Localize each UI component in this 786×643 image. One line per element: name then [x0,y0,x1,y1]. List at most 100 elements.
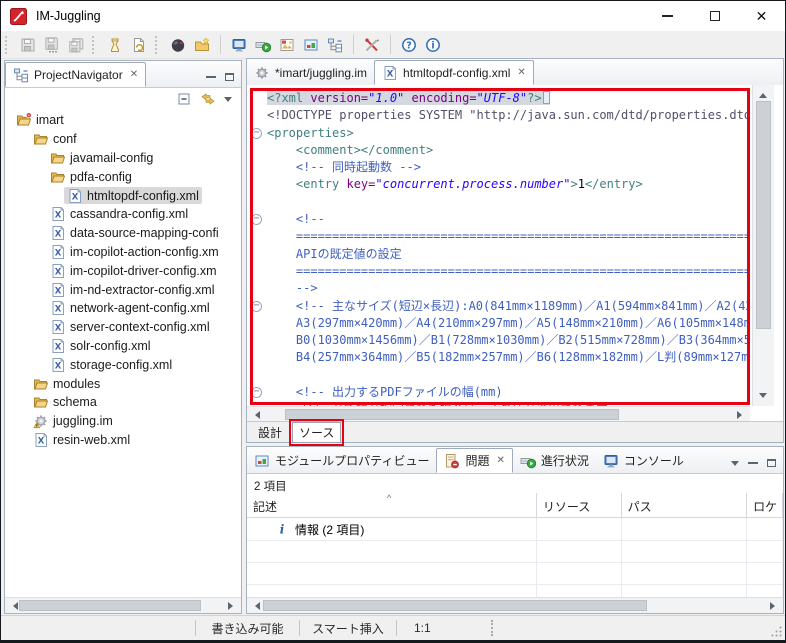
editor-vscrollbar[interactable] [752,85,774,406]
module-property-view-button[interactable] [299,33,323,57]
code-line[interactable]: − <!-- 主なサイズ(短辺×長辺):A0(841mm×1189mm)／A1(… [267,298,747,315]
code-line[interactable]: --> [267,280,747,297]
code-line[interactable]: <!-- 同時起動数 --> [267,159,747,176]
column-header-4[interactable]: ロケ [747,493,783,517]
view-tab-モジュールプロパティビュー[interactable]: モジュールプロパティビュー [247,448,436,473]
problems-hscrollbar[interactable] [247,597,783,613]
scroll-down-icon[interactable] [759,393,767,402]
tools-button[interactable] [360,33,384,57]
juggling-download-button[interactable] [166,33,190,57]
scroll-left-icon[interactable] [9,602,18,610]
code-line[interactable]: APIの既定値の設定 [267,246,747,263]
tree-item-server-context-config-xml[interactable]: Xserver-context-config.xml [5,318,241,337]
scrollbar-thumb[interactable] [756,101,771,329]
maximize-view-icon[interactable] [767,459,776,467]
tree-item-pdfa-config[interactable]: pdfa-config [5,167,241,186]
code-line[interactable] [267,367,747,384]
app-icon[interactable] [10,8,27,25]
scrollbar-thumb[interactable] [19,600,201,611]
tree-item-network-agent-config-xml[interactable]: Xnetwork-agent-config.xml [5,299,241,318]
column-header-2[interactable]: リソース [537,493,622,517]
scrollbar-thumb[interactable] [285,409,619,420]
code-line[interactable]: <entry key="concurrent.process.number">1… [267,176,747,193]
editor-hscrollbar[interactable] [247,406,750,422]
tree-item-conf[interactable]: conf [5,130,241,149]
view-tab-コンソール[interactable]: コンソール [596,448,691,473]
link-with-editor-icon[interactable] [200,91,216,107]
fold-collapse-icon[interactable]: − [251,387,262,398]
editor-tab--imart-juggling-im[interactable]: *imart/juggling.im [247,60,374,85]
save-all-button[interactable] [64,33,88,57]
refresh-file-button[interactable] [127,33,151,57]
view-tab-進行状況[interactable]: 進行状況 [513,448,596,473]
resize-grip-icon[interactable] [770,625,783,638]
close-icon[interactable]: ✕ [496,455,504,466]
save-as-button[interactable] [40,33,64,57]
new-folder-button[interactable] [190,33,214,57]
close-icon[interactable]: ✕ [517,67,525,78]
progress-view-button[interactable] [251,33,275,57]
tree-item-javamail-config[interactable]: javamail-config [5,149,241,168]
image-checker-button[interactable] [275,33,299,57]
hierarchy-view-button[interactable] [323,33,347,57]
tab-project-navigator[interactable]: ProjectNavigator ✕ [5,62,146,87]
tree-item-im-nd-extractor-config-xml[interactable]: Xim-nd-extractor-config.xml [5,280,241,299]
tree-item-modules[interactable]: modules [5,374,241,393]
code-line[interactable]: −<properties> [267,125,747,142]
code-line[interactable]: B4(257mm×364mm)／B5(182mm×257mm)／B6(128mm… [267,349,747,366]
column-header-1[interactable]: 記述^ [247,493,537,517]
maximize-button[interactable] [691,1,738,31]
xml-source-editor[interactable]: <?xml version="1.0" encoding="UTF-8"?><!… [247,85,747,406]
scroll-left-icon[interactable] [251,602,260,610]
info-button[interactable]: i [421,33,445,57]
editor-mode-tab-design[interactable]: 設計 [252,423,288,442]
problems-group-row[interactable]: i情報 (2 項目) [247,518,783,541]
code-line[interactable]: <!DOCTYPE properties SYSTEM "http://java… [267,107,747,124]
code-line[interactable] [267,194,747,211]
editor-tab-htmltopdf-config-xml[interactable]: Xhtmltopdf-config.xml✕ [374,60,534,85]
tree-item-storage-config-xml[interactable]: Xstorage-config.xml [5,355,241,374]
tree-item-imart[interactable]: imart [5,111,241,130]
fold-collapse-icon[interactable]: − [251,301,262,312]
minimize-view-icon[interactable] [206,76,216,78]
code-line[interactable]: − <!-- [267,211,747,228]
view-menu-icon[interactable] [731,461,739,470]
tree-item-solr-config-xml[interactable]: Xsolr-config.xml [5,337,241,356]
tree-item-data-source-mapping-confi[interactable]: Xdata-source-mapping-confi [5,224,241,243]
tree-item-juggling-im[interactable]: juggling.im [5,412,241,431]
scrollbar-thumb[interactable] [263,600,647,611]
save-button[interactable] [16,33,40,57]
scroll-right-icon[interactable] [770,602,779,610]
tree-item-schema[interactable]: schema [5,393,241,412]
editor-mode-tab-source[interactable]: ソース [292,422,341,443]
code-line[interactable]: − <!-- 出力するPDFファイルの幅(mm) [267,384,747,401]
code-line[interactable]: ========================================… [267,228,747,245]
tree-item-im-copilot-driver-config-xm[interactable]: Xim-copilot-driver-config.xm [5,261,241,280]
tree-item-resin-web-xml[interactable]: Xresin-web.xml [5,431,241,450]
minimize-view-icon[interactable] [748,462,758,464]
scroll-up-icon[interactable] [759,89,767,98]
view-menu-icon[interactable] [224,97,232,106]
column-header-3[interactable]: パス [622,493,748,517]
tree-item-im-copilot-action-config-xm[interactable]: Xim-copilot-action-config.xm [5,243,241,262]
navigator-hscrollbar[interactable] [5,597,241,613]
export-wizard-button[interactable] [103,33,127,57]
tree-item-htmltopdf-config-xml[interactable]: Xhtmltopdf-config.xml [5,186,241,205]
code-line[interactable]: B0(1030mm×1456mm)／B1(728mm×1030mm)／B2(51… [267,332,747,349]
code-line[interactable]: A3(297mm×420mm)／A4(210mm×297mm)／A5(148mm… [267,315,747,332]
minimize-button[interactable] [644,1,691,31]
close-button[interactable]: ✕ [738,1,785,31]
code-line[interactable]: ========================================… [267,263,747,280]
console-view-button[interactable] [227,33,251,57]
maximize-view-icon[interactable] [225,73,234,81]
code-line[interactable]: <?xml version="1.0" encoding="UTF-8"?> [267,90,747,107]
scroll-left-icon[interactable] [251,411,260,419]
close-icon[interactable]: ✕ [130,69,138,80]
code-line[interactable]: <comment></comment> [267,142,747,159]
fold-collapse-icon[interactable]: − [251,128,262,139]
tree-item-cassandra-config-xml[interactable]: Xcassandra-config.xml [5,205,241,224]
collapse-all-icon[interactable] [176,91,192,107]
help-button[interactable]: ? [397,33,421,57]
scroll-right-icon[interactable] [737,411,746,419]
view-tab-問題[interactable]: 問題✕ [436,448,512,473]
